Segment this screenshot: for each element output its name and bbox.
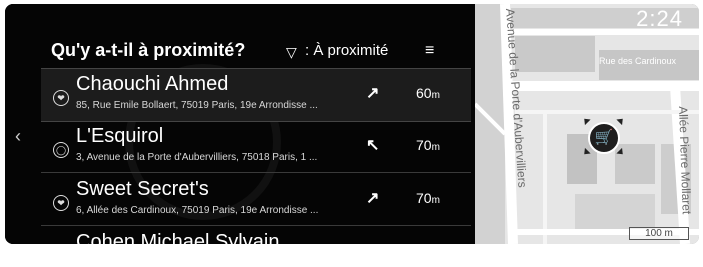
restaurant-icon: ◯ (53, 142, 69, 158)
filter-icon[interactable]: ▽ (286, 44, 297, 61)
arrow-up-left-icon: ↖ (366, 241, 379, 244)
poi-name: Sweet Secret's (76, 178, 209, 200)
chevron-left-icon[interactable]: ‹ (15, 126, 21, 147)
arrow-up-right-icon: ↗ (366, 190, 380, 207)
poi-name: Cohen Michael Sylvain (76, 231, 280, 244)
poi-list-panel: Qu'y a-t-il à proximité? ▽ : À proximité… (5, 4, 481, 244)
page-title: Qu'y a-t-il à proximité? (51, 40, 246, 60)
infotainment-screen: Qu'y a-t-il à proximité? ▽ : À proximité… (5, 4, 699, 244)
divider (41, 172, 471, 173)
list-item[interactable]: ◯ L'Esquirol 3, Avenue de la Porte d'Aub… (41, 121, 471, 173)
poi-distance: 70m (416, 243, 440, 244)
list-item[interactable]: ❤ Sweet Secret's 6, Allée des Cardinoux,… (41, 174, 471, 226)
clock: 2:24 (636, 6, 683, 31)
filter-label[interactable]: : À proximité (305, 42, 388, 59)
map-view[interactable]: Avenue de la Porte d'Aubervilliers Allée… (475, 4, 699, 244)
poi-distance: 70m (416, 190, 440, 206)
poi-address: 3, Avenue de la Porte d'Aubervilliers, 7… (76, 152, 318, 163)
shopping-cart-icon[interactable]: 🛒 (588, 122, 620, 154)
arrow-up-right-icon: ↗ (366, 85, 380, 102)
poi-distance: 70m (416, 137, 440, 153)
arrow-up-left-icon: ↖ (366, 137, 380, 154)
restaurant-icon: ❤ (53, 90, 69, 106)
restaurant-icon: ❤ (53, 195, 69, 211)
poi-name: Chaouchi Ahmed (76, 73, 229, 95)
poi-name: L'Esquirol (76, 125, 164, 147)
list-item[interactable]: ◯ Cohen Michael Sylvain ↖ 70m (41, 227, 471, 244)
list-item[interactable]: ❤ Chaouchi Ahmed 85, Rue Emile Bollaert,… (41, 68, 471, 122)
poi-address: 85, Rue Emile Bollaert, 75019 Paris, 19e… (76, 100, 318, 111)
list-menu-icon[interactable]: ≡ (425, 42, 434, 60)
poi-distance: 60m (416, 85, 440, 101)
street-label: Rue des Cardinoux (599, 56, 677, 66)
map-scale: 100 m (629, 227, 689, 240)
poi-address: 6, Allée des Cardinoux, 75019 Paris, 19e… (76, 205, 319, 216)
divider (41, 225, 471, 226)
